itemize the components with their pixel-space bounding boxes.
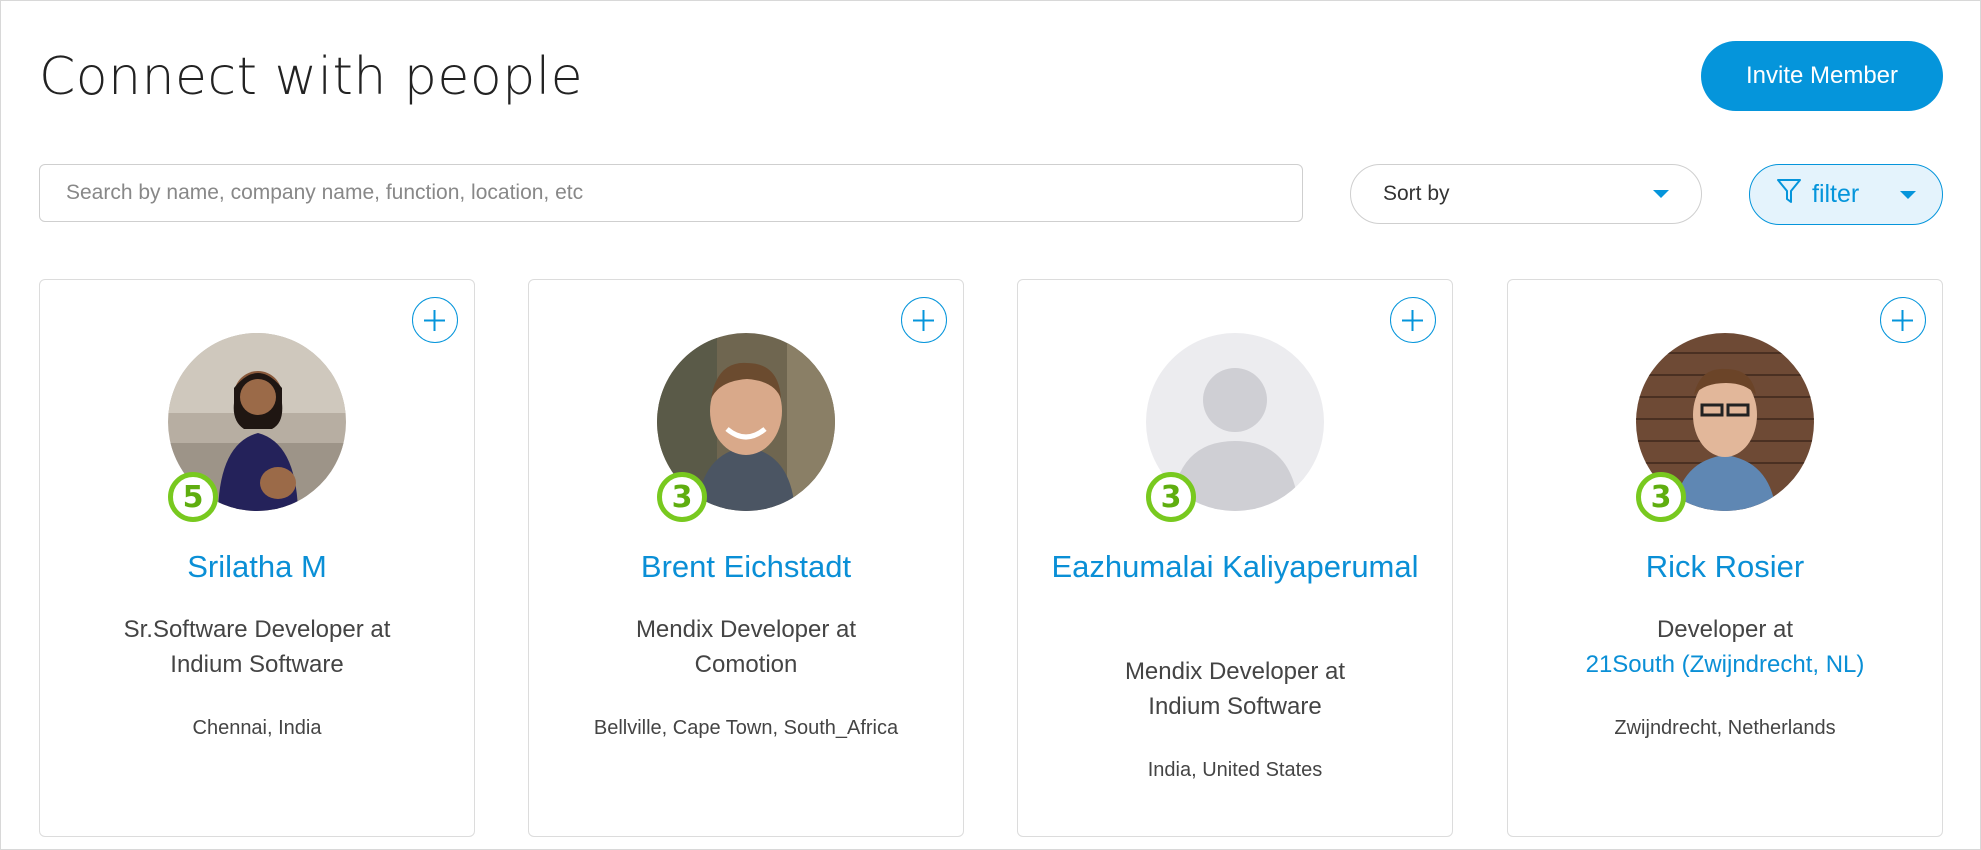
role-text: Sr.Software Developer at: [123, 616, 391, 643]
company-text: Comotion: [694, 651, 798, 678]
company-link[interactable]: 21South (Zwijndrecht, NL): [1586, 651, 1865, 678]
add-connection-button[interactable]: [412, 297, 458, 343]
person-location: Chennai, India: [192, 717, 322, 739]
page-title: Connect with people: [39, 47, 584, 107]
person-card: 3 Rick Rosier Developer at 21South (Zwij…: [1507, 279, 1943, 837]
level-badge: 3: [657, 472, 707, 522]
level-badge: 3: [1636, 472, 1686, 522]
person-role: Developer at 21South (Zwijndrecht, NL): [1524, 612, 1926, 682]
sort-by-label: Sort by: [1383, 182, 1450, 205]
company-text: Indium Software: [1148, 693, 1322, 720]
person-card: 5 Srilatha M Sr.Software Developer at In…: [39, 279, 475, 837]
person-name-link[interactable]: Srilatha M: [50, 545, 464, 588]
person-location: Bellville, Cape Town, South_Africa: [593, 717, 899, 739]
add-connection-button[interactable]: [901, 297, 947, 343]
invite-member-button[interactable]: Invite Member: [1701, 41, 1943, 111]
person-name-link[interactable]: Brent Eichstadt: [539, 545, 953, 588]
role-text: Mendix Developer at: [1124, 658, 1346, 685]
level-badge: 3: [1146, 472, 1196, 522]
person-card: 3 Eazhumalai Kaliyaperumal Mendix Develo…: [1017, 279, 1453, 837]
person-location: Zwijndrecht, Netherlands: [1614, 717, 1836, 739]
filter-button[interactable]: filter: [1749, 164, 1943, 225]
chevron-down-icon: [1653, 190, 1669, 198]
connect-page: Connect with people Invite Member Sort b…: [0, 0, 1981, 850]
add-connection-button[interactable]: [1880, 297, 1926, 343]
person-name-link[interactable]: Eazhumalai Kaliyaperumal: [1028, 545, 1442, 588]
person-role: Mendix Developer at Comotion: [545, 612, 947, 682]
plus-icon: [1402, 309, 1423, 331]
filter-icon: [1776, 177, 1802, 212]
sort-by-dropdown[interactable]: Sort by: [1350, 164, 1702, 224]
plus-icon: [913, 309, 934, 331]
plus-icon: [1892, 309, 1913, 331]
person-location: India, United States: [1147, 759, 1323, 781]
level-badge: 5: [168, 472, 218, 522]
company-text: Indium Software: [170, 651, 344, 678]
plus-icon: [424, 309, 445, 331]
person-role: Sr.Software Developer at Indium Software: [56, 612, 458, 682]
person-name-link[interactable]: Rick Rosier: [1518, 545, 1932, 588]
role-text: Developer at: [1656, 616, 1794, 643]
chevron-down-icon: [1900, 190, 1916, 199]
role-text: Mendix Developer at: [635, 616, 857, 643]
filter-label: filter: [1812, 180, 1860, 208]
person-role: Mendix Developer at Indium Software: [1034, 654, 1436, 724]
search-input[interactable]: [39, 164, 1303, 222]
person-card: 3 Brent Eichstadt Mendix Developer at Co…: [528, 279, 964, 837]
add-connection-button[interactable]: [1390, 297, 1436, 343]
